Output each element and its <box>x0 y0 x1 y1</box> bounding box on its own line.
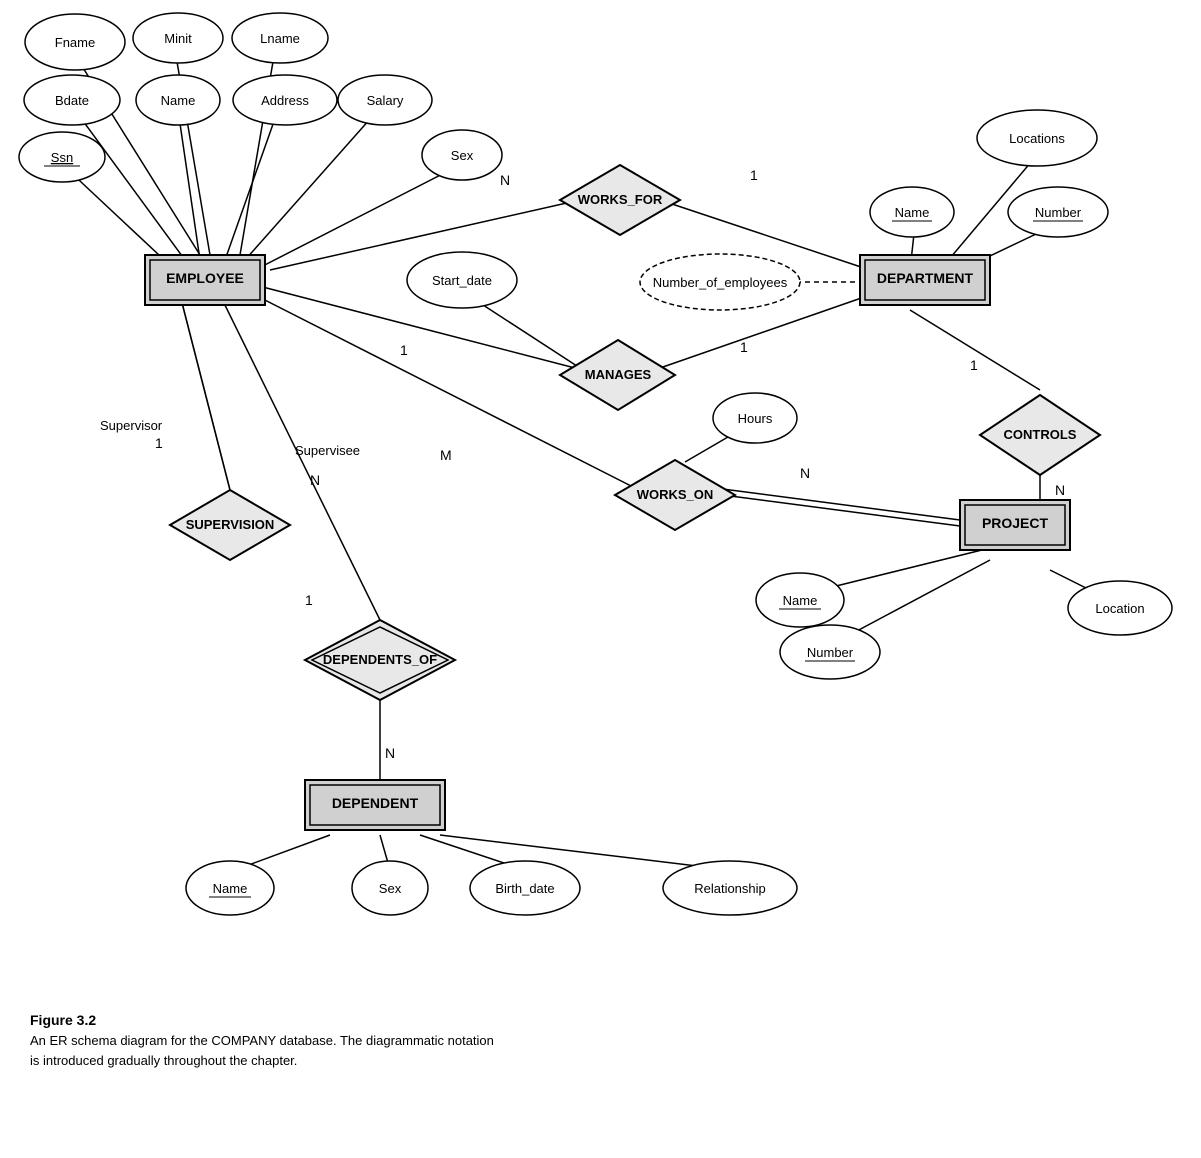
dept-number-attr: Number <box>1035 205 1082 220</box>
dependent-label: DEPENDENT <box>332 795 419 811</box>
sex-emp-attr: Sex <box>451 148 474 163</box>
hours-attr: Hours <box>738 411 773 426</box>
figure-title: Figure 3.2 <box>30 1010 494 1031</box>
project-label: PROJECT <box>982 515 1049 531</box>
salary-attr: Salary <box>367 93 404 108</box>
works-for-label: WORKS_FOR <box>578 192 663 207</box>
start-date-attr: Start_date <box>432 273 492 288</box>
manages-1-emp: 1 <box>400 342 408 358</box>
bdate-attr: Bdate <box>55 93 89 108</box>
address-attr: Address <box>261 93 309 108</box>
works-on-m: M <box>440 447 452 463</box>
proj-name-attr: Name <box>783 593 818 608</box>
locations-attr: Locations <box>1009 131 1065 146</box>
ssn-attr: Ssn <box>51 150 73 165</box>
works-on-label: WORKS_ON <box>637 487 714 502</box>
controls-label: CONTROLS <box>1004 427 1077 442</box>
supervisor-label: Supervisor <box>100 418 163 433</box>
dep-of-1: 1 <box>305 592 313 608</box>
works-on-n: N <box>800 465 810 481</box>
location-attr: Location <box>1095 601 1144 616</box>
dep-sex-attr: Sex <box>379 881 402 896</box>
department-label: DEPARTMENT <box>877 270 974 286</box>
emp-name-attr: Name <box>161 93 196 108</box>
caption-line2: is introduced gradually throughout the c… <box>30 1051 494 1071</box>
dep-of-n: N <box>385 745 395 761</box>
proj-number-attr: Number <box>807 645 854 660</box>
figure-caption: Figure 3.2 An ER schema diagram for the … <box>30 1010 494 1070</box>
controls-1: 1 <box>970 357 978 373</box>
dependents-of-label: DEPENDENTS_OF <box>323 652 437 667</box>
manages-1-dept: 1 <box>740 339 748 355</box>
works-for-n: N <box>500 172 510 188</box>
birthdate-attr: Birth_date <box>495 881 554 896</box>
num-emp-attr: Number_of_employees <box>653 275 788 290</box>
dep-name-attr: Name <box>213 881 248 896</box>
employee-label: EMPLOYEE <box>166 270 244 286</box>
caption-line1: An ER schema diagram for the COMPANY dat… <box>30 1031 494 1051</box>
fname-attr: Fname <box>55 35 95 50</box>
lname-attr: Lname <box>260 31 300 46</box>
manages-label: MANAGES <box>585 367 652 382</box>
supervision-n: N <box>310 472 320 488</box>
minit-attr: Minit <box>164 31 192 46</box>
dept-name-attr: Name <box>895 205 930 220</box>
relationship-attr: Relationship <box>694 881 766 896</box>
supervisee-label: Supervisee <box>295 443 360 458</box>
supervision-label: SUPERVISION <box>186 517 275 532</box>
works-for-1: 1 <box>750 167 758 183</box>
supervision-1: 1 <box>155 435 163 451</box>
controls-n: N <box>1055 482 1065 498</box>
